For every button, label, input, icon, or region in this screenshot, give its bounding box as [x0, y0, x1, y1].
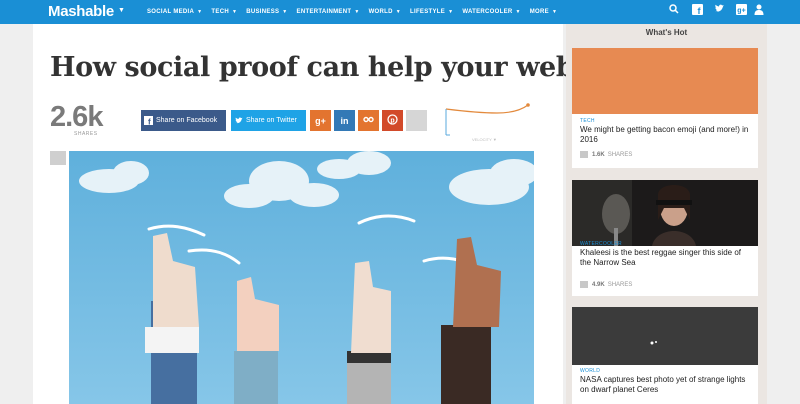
sidebar-card-bacon-emoji[interactable]: TECH We might be getting bacon emoji (an… [572, 48, 758, 168]
share-more-button[interactable] [406, 110, 427, 131]
google-plus-icon: g+ [315, 115, 326, 126]
page-background-right [767, 24, 800, 404]
linkedin-icon: in [340, 115, 349, 126]
card-thumbnail[interactable] [572, 48, 758, 114]
share-facebook-label: Share on Facebook [156, 117, 218, 124]
twitter-icon[interactable] [712, 4, 726, 18]
pinterest-icon: p [387, 114, 398, 127]
nav-item-world[interactable]: WORLD ▼ [369, 9, 401, 15]
share-on-facebook-button[interactable]: f Share on Facebook [141, 110, 226, 131]
chevron-down-icon: ▼ [551, 9, 558, 15]
main-nav: SOCIAL MEDIA ▼ TECH ▼ BUSINESS ▼ ENTERTAINM… [147, 0, 566, 24]
share-icon [580, 281, 588, 288]
nav-item-more[interactable]: MORE ▼ [530, 9, 557, 15]
card-title[interactable]: NASA captures best photo yet of strange … [580, 375, 752, 395]
nav-item-watercooler[interactable]: WATERCOOLER ▼ [462, 9, 520, 15]
velocity-graph [445, 103, 530, 136]
share-linkedin-button[interactable]: in [334, 110, 355, 131]
camera-icon[interactable] [50, 151, 66, 165]
nav-item-tech[interactable]: TECH ▼ [211, 9, 237, 15]
chevron-down-icon: ▼ [515, 9, 521, 15]
svg-text:p: p [390, 117, 394, 124]
nav-item-business[interactable]: BUSINESS ▼ [246, 9, 287, 15]
sidebar-card-nasa-ceres[interactable]: WORLD NASA captures best photo yet of st… [572, 307, 758, 404]
twitter-icon [231, 110, 246, 131]
article-headline: How social proof can help your website [50, 52, 628, 83]
share-stumbleupon-button[interactable] [358, 110, 379, 131]
velocity-label: VELOCITY ▼ [472, 137, 497, 142]
card-share-count: 4.9K SHARES [580, 281, 632, 288]
share-count: 2.6k [50, 101, 103, 133]
card-category[interactable]: TECH [580, 118, 595, 124]
user-icon[interactable] [752, 4, 766, 18]
article-hero-image [69, 151, 534, 404]
google-plus-icon[interactable]: g+ [734, 4, 748, 18]
card-title[interactable]: We might be getting bacon emoji (and mor… [580, 125, 752, 145]
nav-item-lifestyle[interactable]: LIFESTYLE ▼ [410, 9, 453, 15]
facebook-icon: f [141, 110, 156, 131]
card-title[interactable]: Khaleesi is the best reggae singer this … [580, 248, 752, 268]
top-nav-bar: Mashable ▼ SOCIAL MEDIA ▼ TECH ▼ BUSINESS ▼… [0, 0, 800, 24]
chevron-down-icon: ▼ [231, 9, 238, 15]
nav-item-social-media[interactable]: SOCIAL MEDIA ▼ [147, 9, 202, 15]
chevron-down-icon: ▼ [448, 9, 454, 15]
card-category[interactable]: WATERCOOLER [580, 241, 622, 247]
share-pinterest-button[interactable]: p [382, 110, 403, 131]
share-on-twitter-button[interactable]: Share on Twitter [231, 110, 306, 131]
card-share-count: 1.6K SHARES [580, 151, 632, 158]
stumbleupon-icon [363, 115, 374, 126]
card-thumbnail[interactable] [572, 307, 758, 365]
share-count-label: SHARES [74, 131, 98, 137]
chevron-down-icon: ▼ [282, 9, 288, 15]
nav-item-entertainment[interactable]: ENTERTAINMENT ▼ [297, 9, 360, 15]
card-thumbnail[interactable] [572, 180, 758, 246]
share-twitter-label: Share on Twitter [246, 117, 297, 124]
logo-chevron-down-icon[interactable]: ▼ [118, 7, 125, 14]
share-google-plus-button[interactable]: g+ [310, 110, 331, 131]
facebook-icon[interactable]: f [690, 4, 704, 18]
mashable-logo[interactable]: Mashable [48, 3, 114, 20]
chevron-down-icon: ▼ [197, 9, 203, 15]
whats-hot-title: What's Hot [645, 28, 688, 37]
chevron-down-icon: ▼ [354, 9, 360, 15]
card-category[interactable]: WORLD [580, 368, 600, 374]
search-icon[interactable] [667, 4, 681, 18]
share-icon [580, 151, 588, 158]
chevron-down-icon: ▼ [395, 9, 402, 15]
svg-text:f: f [148, 118, 151, 126]
sidebar-card-khaleesi[interactable]: WATERCOOLER Khaleesi is the best reggae … [572, 180, 758, 296]
svg-text:g+: g+ [737, 8, 745, 15]
